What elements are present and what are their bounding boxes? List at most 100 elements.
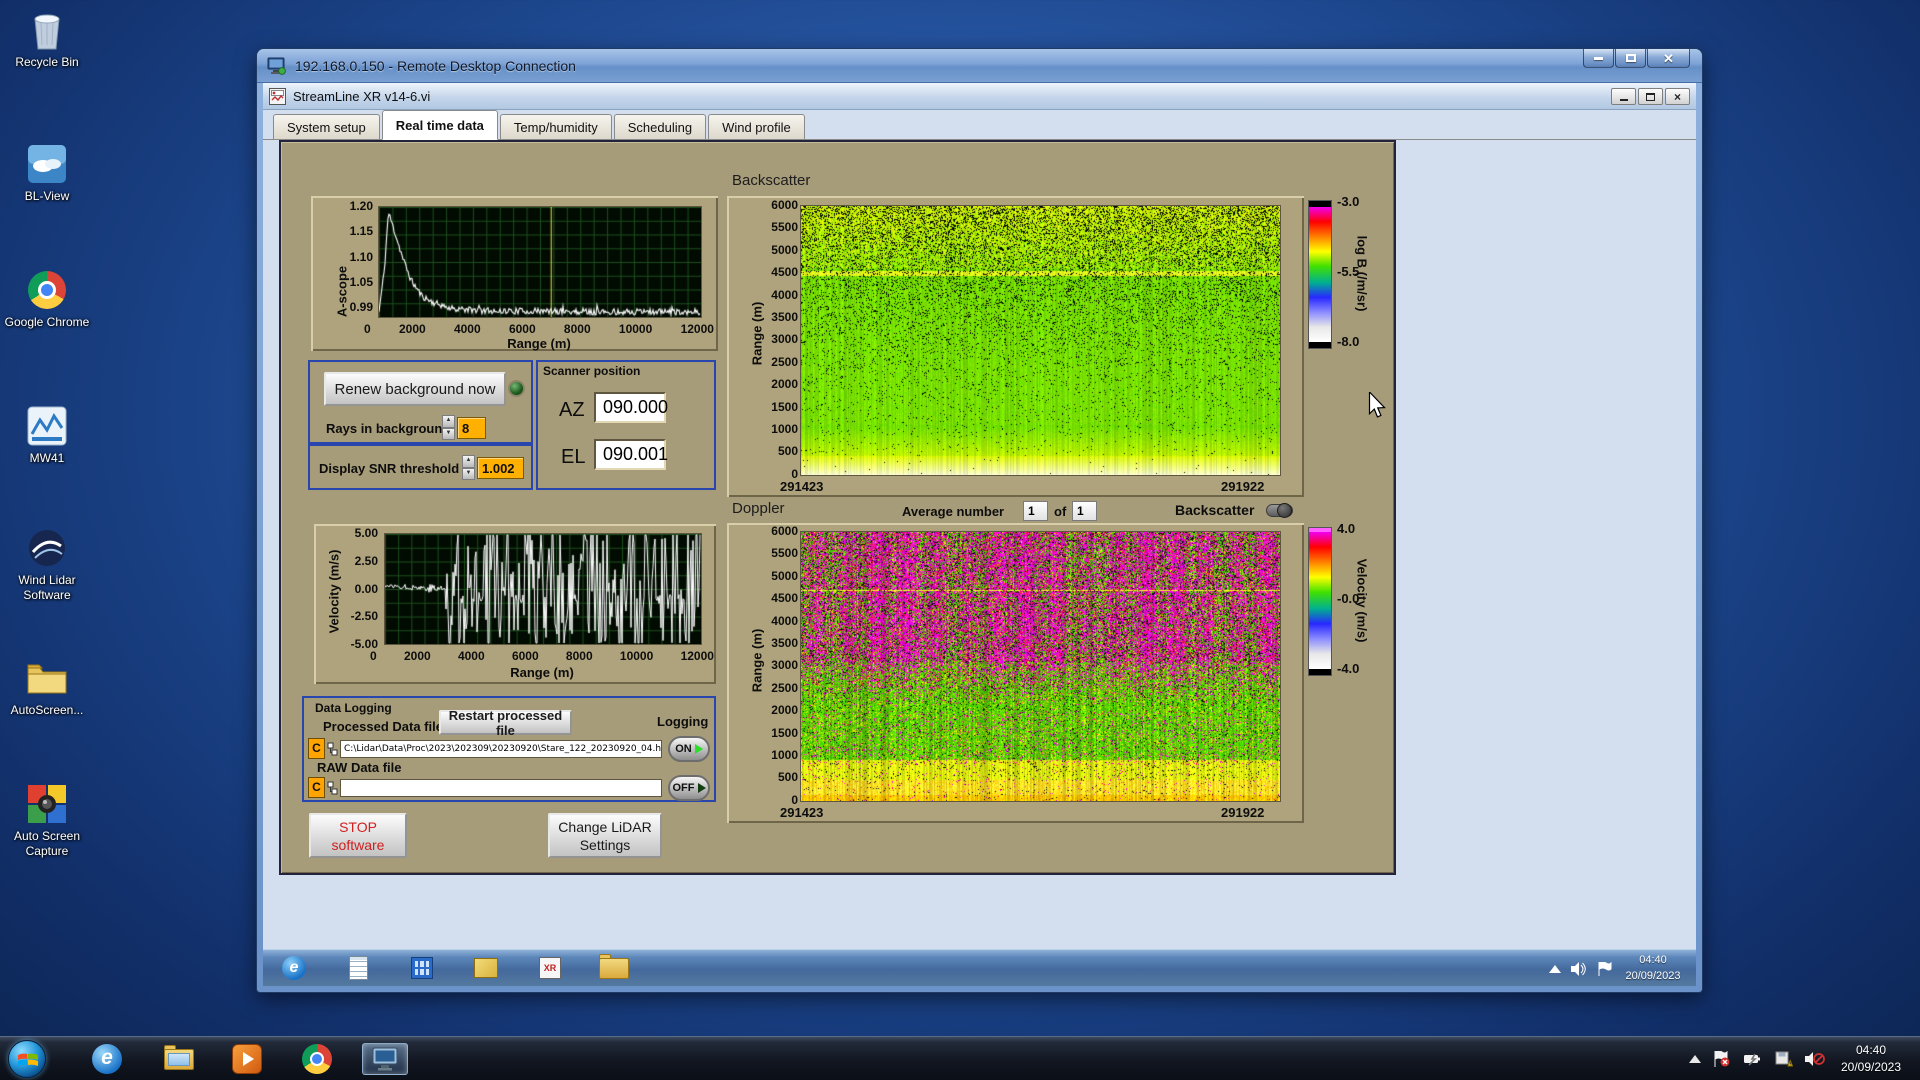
desktop-icon-auto-screen-capture[interactable]: Auto Screen Capture: [1, 782, 93, 859]
raw-logging-off-button[interactable]: OFF: [668, 775, 710, 801]
spin-down-icon[interactable]: ▼: [462, 467, 475, 480]
change-lidar-settings-button[interactable]: Change LiDAR Settings: [548, 813, 662, 858]
tab-temp-humidity[interactable]: Temp/humidity: [499, 114, 612, 139]
backscatter-toggle-label: Backscatter: [1175, 502, 1255, 518]
ascope-y-ticks: 1.20 1.15 1.10 1.05 0.99: [349, 199, 373, 314]
taskbar-ie-icon[interactable]: e: [88, 1043, 126, 1075]
velocity-plot-area: [384, 533, 702, 645]
app-minimize-button[interactable]: [1611, 88, 1636, 105]
average-count-field[interactable]: 1: [1072, 501, 1097, 521]
velocity-x-axis-label: Range (m): [510, 665, 574, 680]
rdp-close-button[interactable]: ✕: [1647, 49, 1690, 68]
desktop-icon-recycle-bin[interactable]: Recycle Bin: [1, 8, 93, 70]
remote-taskbar-ie-icon[interactable]: e: [277, 954, 311, 982]
rdp-titlebar[interactable]: 192.168.0.150 - Remote Desktop Connectio…: [257, 49, 1702, 83]
tray-battery-plug-icon[interactable]: [1743, 1051, 1763, 1067]
raw-browse-icon[interactable]: [327, 781, 338, 796]
remote-taskbar: e XR 04:40 20/09/2023: [263, 949, 1696, 986]
rays-spinner[interactable]: ▲ ▼: [442, 415, 455, 440]
tray-volume-muted-icon[interactable]: [1805, 1051, 1825, 1067]
ascope-plot-area: [378, 206, 702, 318]
host-clock-time: 04:40: [1855, 1043, 1887, 1057]
spin-down-icon[interactable]: ▼: [442, 427, 455, 440]
snr-spinner[interactable]: ▲ ▼: [462, 455, 475, 480]
app-close-button[interactable]: ×: [1665, 88, 1690, 105]
remote-clock[interactable]: 04:40 20/09/2023: [1614, 952, 1692, 984]
average-number-field[interactable]: 1: [1023, 501, 1048, 521]
restart-processed-file-button[interactable]: Restart processed file: [439, 708, 572, 738]
remote-tray-volume-icon[interactable]: [1571, 961, 1587, 976]
processed-logging-on-button[interactable]: ON: [668, 736, 710, 762]
rdp-maximize-button[interactable]: [1615, 49, 1646, 68]
backscatter-title: Backscatter: [732, 172, 811, 189]
renew-background-button[interactable]: Renew background now: [324, 372, 506, 406]
remote-taskbar-notepad-icon[interactable]: [341, 954, 375, 982]
remote-desktop: StreamLine XR v14-6.vi × System setup Re…: [263, 83, 1696, 986]
tab-system-setup[interactable]: System setup: [273, 114, 380, 139]
remote-tray-flag-icon[interactable]: [1597, 961, 1612, 976]
velocity-graph: Velocity (m/s) 5.00 2.50 0.00 -2.50 -5.00 02…: [314, 524, 716, 684]
processed-drive-box[interactable]: C: [308, 738, 325, 759]
tab-wind-profile[interactable]: Wind profile: [708, 114, 805, 139]
backscatter-cbar-label: log B (/m/sr): [1354, 235, 1370, 312]
tray-save-warning-icon[interactable]: [1775, 1051, 1793, 1067]
doppler-title: Doppler: [732, 500, 785, 517]
remote-taskbar-grid-app-icon[interactable]: [405, 954, 439, 982]
rdp-title: 192.168.0.150 - Remote Desktop Connectio…: [295, 57, 576, 74]
doppler-colorbar: [1308, 527, 1332, 676]
remote-taskbar-folder-icon[interactable]: [597, 953, 631, 982]
taskbar-explorer-icon[interactable]: [160, 1043, 198, 1075]
rays-in-background-label: Rays in background: [326, 421, 451, 436]
raw-data-file-path[interactable]: [340, 779, 662, 797]
streamline-app-window: StreamLine XR v14-6.vi × System setup Re…: [263, 83, 1696, 949]
tab-strip: System setup Real time data Temp/humidit…: [263, 110, 1696, 140]
close-icon: ×: [1673, 89, 1681, 104]
of-label: of: [1054, 504, 1067, 519]
led-off-icon: [697, 783, 706, 793]
az-value-field[interactable]: 090.000: [594, 392, 668, 423]
desktop-icon-wind-lidar[interactable]: Wind Lidar Software: [1, 526, 93, 603]
desktop-icon-google-chrome[interactable]: Google Chrome: [1, 268, 93, 330]
processed-data-file-label: Processed Data file: [323, 719, 443, 734]
processed-browse-icon[interactable]: [327, 742, 338, 757]
minimize-icon: [1594, 56, 1603, 60]
el-value-field[interactable]: 090.001: [594, 439, 668, 470]
remote-taskbar-streamline-xr-icon[interactable]: XR: [533, 954, 567, 982]
app-titlebar[interactable]: StreamLine XR v14-6.vi ×: [263, 83, 1696, 110]
taskbar-chrome-icon[interactable]: [298, 1043, 336, 1075]
desktop-icon-label: BL-View: [24, 189, 70, 203]
remote-taskbar-map-icon[interactable]: [469, 954, 503, 982]
desktop-icon-autoscreen[interactable]: AutoScreen...: [1, 656, 93, 718]
taskbar-rdp-icon[interactable]: [362, 1043, 408, 1075]
backscatter-toggle-switch[interactable]: [1266, 503, 1293, 518]
vi-app-icon: [269, 87, 286, 105]
desktop-icon-label: Auto Screen Capture: [13, 829, 81, 858]
tab-scheduling[interactable]: Scheduling: [613, 114, 707, 139]
minimize-icon: [1619, 99, 1628, 101]
spin-up-icon[interactable]: ▲: [462, 455, 475, 468]
remote-tray-up-arrow-icon[interactable]: [1549, 964, 1561, 973]
stop-software-button[interactable]: STOP software: [309, 813, 407, 858]
off-label: OFF: [672, 782, 695, 794]
display-snr-threshold-value[interactable]: 1.002: [477, 457, 524, 479]
desktop-icon-label: AutoScreen...: [10, 703, 84, 717]
scanner-position-group: Scanner position AZ 090.000 EL 090.001: [536, 360, 716, 490]
rays-in-background-value[interactable]: 8: [457, 417, 486, 439]
tab-real-time-data[interactable]: Real time data: [381, 110, 498, 140]
maximize-icon: [1625, 54, 1636, 62]
spin-up-icon[interactable]: ▲: [442, 415, 455, 428]
host-clock[interactable]: 04:40 20/09/2023: [1828, 1042, 1914, 1076]
app-maximize-button[interactable]: [1638, 88, 1663, 105]
taskbar-media-player-icon[interactable]: [228, 1043, 266, 1075]
desktop-icon-bl-view[interactable]: BL-View: [1, 142, 93, 204]
start-button[interactable]: [6, 1039, 48, 1079]
raw-drive-box[interactable]: C: [308, 777, 325, 798]
desktop-icon-mw41[interactable]: MW41: [1, 404, 93, 466]
processed-data-file-path[interactable]: C:\Lidar\Data\Proc\2023\202309\20230920\…: [340, 740, 662, 758]
rdp-minimize-button[interactable]: [1583, 49, 1614, 68]
tray-flag-error-icon[interactable]: [1713, 1051, 1731, 1067]
velocity-y-ticks: 5.00 2.50 0.00 -2.50 -5.00: [350, 526, 378, 651]
tray-up-arrow-icon[interactable]: [1689, 1055, 1701, 1063]
host-clock-date: 20/09/2023: [1840, 1060, 1902, 1074]
desktop-icon-label: Recycle Bin: [15, 55, 79, 69]
